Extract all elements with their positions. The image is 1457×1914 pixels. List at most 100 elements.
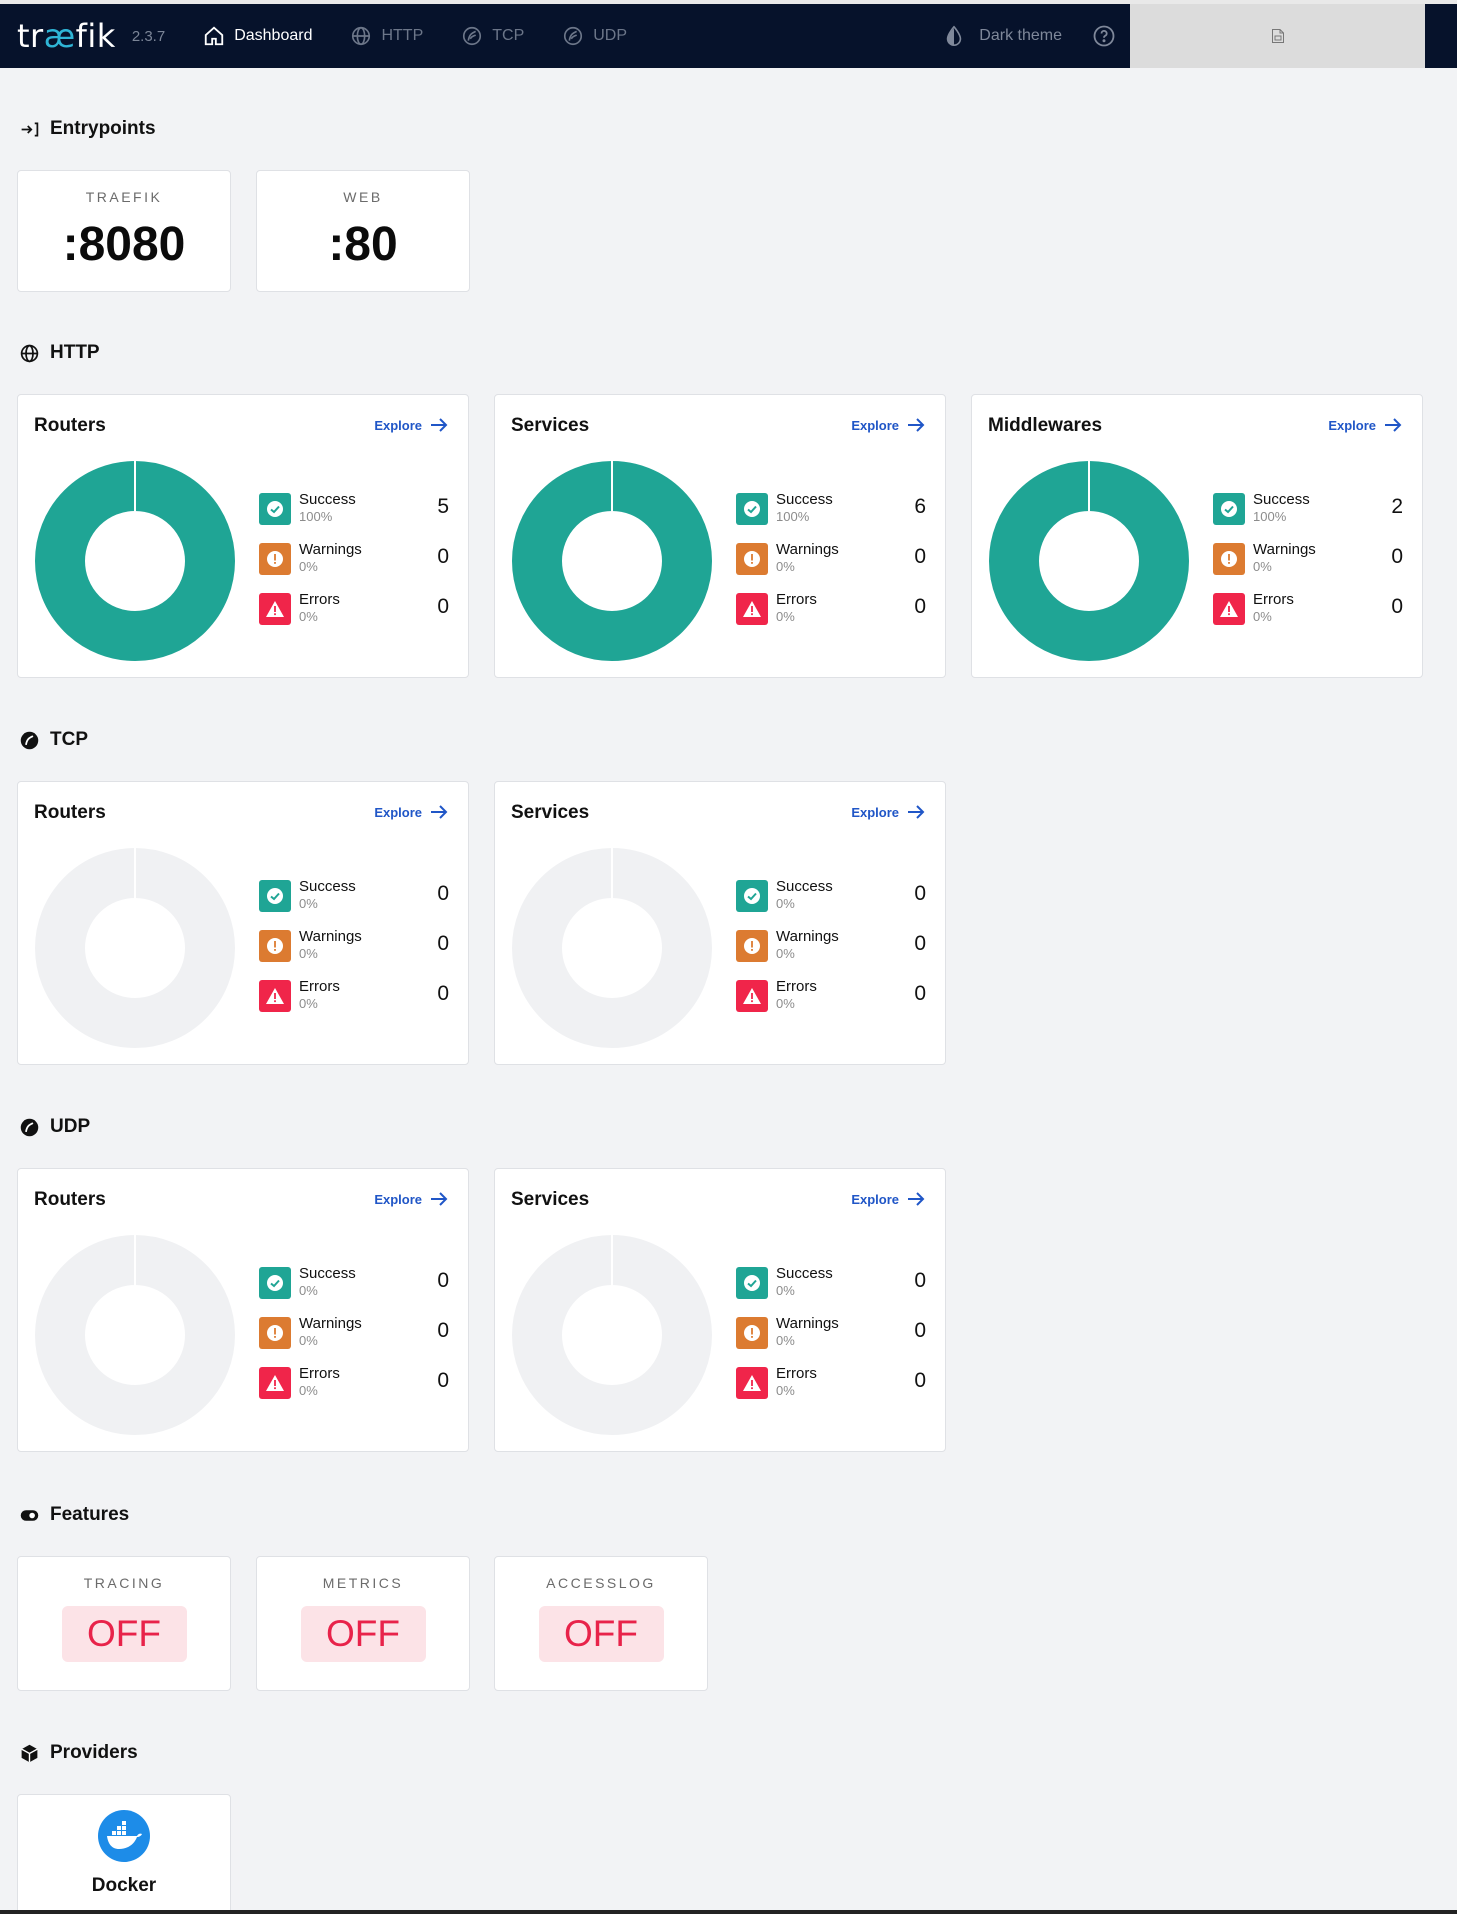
legend-count: 2 — [1391, 495, 1403, 518]
help-icon[interactable] — [1092, 24, 1116, 48]
http-routers-card: Routers Explore Success 100% 5 Warnings 0% 0 Err… — [17, 394, 469, 678]
card-title: Services — [511, 802, 590, 823]
window-bottom-border — [0, 1910, 1457, 1914]
legend-percent: 0% — [299, 559, 318, 574]
legend-label: Success — [299, 878, 356, 895]
dark-theme-toggle[interactable]: Dark theme — [943, 25, 1062, 47]
legend-row-success: Success 100% 6 — [736, 491, 926, 543]
status-donut-chart — [512, 1235, 712, 1435]
legend-label: Success — [299, 1265, 356, 1282]
legend-count: 0 — [1391, 595, 1403, 618]
check-circle-icon — [736, 493, 768, 525]
status-donut-chart — [35, 848, 235, 1048]
udp-icon — [20, 1118, 39, 1136]
home-icon — [203, 25, 225, 47]
explore-link[interactable]: Explore — [374, 804, 448, 820]
arrow-right-icon — [908, 418, 925, 432]
legend-count: 0 — [437, 1369, 449, 1392]
explore-link[interactable]: Explore — [851, 804, 925, 820]
legend-count: 0 — [437, 982, 449, 1005]
legend-percent: 0% — [776, 609, 795, 624]
cube-icon — [21, 1744, 38, 1762]
explore-label: Explore — [374, 804, 422, 820]
explore-label: Explore — [374, 417, 422, 433]
check-circle-icon — [259, 493, 291, 525]
nav-tcp[interactable]: TCP — [461, 25, 524, 47]
arrow-right-icon — [431, 418, 448, 432]
nav-udp[interactable]: UDP — [562, 25, 627, 47]
legend-label: Errors — [299, 591, 340, 608]
legend-percent: 0% — [299, 946, 318, 961]
legend-count: 0 — [914, 982, 926, 1005]
legend-count: 0 — [914, 545, 926, 568]
legend-percent: 0% — [776, 559, 795, 574]
legend-percent: 0% — [299, 609, 318, 624]
warning-icon — [259, 1317, 291, 1349]
entrypoints-heading: Entrypoints — [19, 118, 156, 140]
legend-row-success: Success 100% 2 — [1213, 491, 1403, 543]
nav-http-label: HTTP — [381, 27, 424, 44]
check-circle-icon — [736, 880, 768, 912]
explore-link[interactable]: Explore — [1328, 417, 1402, 433]
legend-percent: 0% — [299, 1333, 318, 1348]
nav-http[interactable]: HTTP — [350, 25, 423, 47]
explore-link[interactable]: Explore — [851, 417, 925, 433]
legend-row-errors: Errors 0% 0 — [736, 978, 926, 1030]
status-legend: Success 100% 5 Warnings 0% 0 Errors 0% 0 — [259, 491, 449, 643]
arrow-right-icon — [1385, 418, 1402, 432]
features-heading: Features — [19, 1504, 129, 1526]
legend-percent: 100% — [299, 509, 333, 524]
legend-count: 0 — [914, 595, 926, 618]
status-legend: Success 0% 0 Warnings 0% 0 Errors 0% 0 — [259, 878, 449, 1030]
entrypoint-card-traefik: TRAEFIK :8080 — [17, 170, 231, 292]
legend-row-warnings: Warnings 0% 0 — [736, 1315, 926, 1367]
legend-label: Success — [299, 491, 356, 508]
explore-link[interactable]: Explore — [851, 1191, 925, 1207]
feature-name: METRICS — [322, 1575, 404, 1591]
globe-icon — [20, 344, 39, 362]
explore-label: Explore — [851, 804, 899, 820]
legend-count: 0 — [437, 882, 449, 905]
arrow-right-icon — [908, 1192, 925, 1206]
legend-percent: 0% — [776, 1333, 795, 1348]
legend-count: 6 — [914, 495, 926, 518]
tcp-title: TCP — [50, 729, 88, 750]
legend-label: Success — [776, 491, 833, 508]
legend-label: Warnings — [299, 928, 362, 945]
nav-udp-label: UDP — [593, 27, 628, 44]
explore-link[interactable]: Explore — [374, 417, 448, 433]
legend-label: Warnings — [776, 928, 839, 945]
feature-card-accesslog: ACCESSLOG OFF — [494, 1556, 708, 1691]
udp-title: UDP — [50, 1116, 91, 1137]
legend-label: Errors — [776, 1365, 817, 1382]
legend-label: Success — [1253, 491, 1310, 508]
entrypoint-port: :8080 — [62, 218, 186, 271]
provider-card-docker[interactable]: Docker — [17, 1794, 231, 1914]
legend-percent: 0% — [1253, 609, 1272, 624]
legend-row-warnings: Warnings 0% 0 — [259, 928, 449, 980]
nav-dashboard[interactable]: Dashboard — [203, 25, 312, 47]
status-legend: Success 100% 6 Warnings 0% 0 Errors 0% 0 — [736, 491, 926, 643]
legend-count: 0 — [437, 1269, 449, 1292]
udp-routers-card: Routers Explore Success 0% 0 Warnings 0% 0 Error… — [17, 1168, 469, 1452]
legend-percent: 0% — [776, 996, 795, 1011]
warning-icon — [736, 543, 768, 575]
alert-triangle-icon — [259, 593, 291, 625]
globe-icon — [350, 25, 372, 47]
tcp-heading: TCP — [19, 729, 88, 751]
check-circle-icon — [736, 1267, 768, 1299]
legend-row-warnings: Warnings 0% 0 — [736, 928, 926, 980]
udp-heading: UDP — [19, 1116, 90, 1138]
legend-row-success: Success 0% 0 — [736, 1265, 926, 1317]
http-services-card: Services Explore Success 100% 6 Warnings 0% 0 Er… — [494, 394, 946, 678]
legend-label: Errors — [299, 1365, 340, 1382]
legend-count: 0 — [437, 1319, 449, 1342]
legend-row-errors: Errors 0% 0 — [259, 978, 449, 1030]
status-legend: Success 0% 0 Warnings 0% 0 Errors 0% 0 — [259, 1265, 449, 1417]
legend-percent: 100% — [1253, 509, 1287, 524]
legend-row-errors: Errors 0% 0 — [259, 1365, 449, 1417]
traefik-logo[interactable]: træfik — [17, 17, 116, 55]
features-title: Features — [50, 1504, 130, 1525]
explore-link[interactable]: Explore — [374, 1191, 448, 1207]
legend-row-errors: Errors 0% 0 — [736, 591, 926, 643]
